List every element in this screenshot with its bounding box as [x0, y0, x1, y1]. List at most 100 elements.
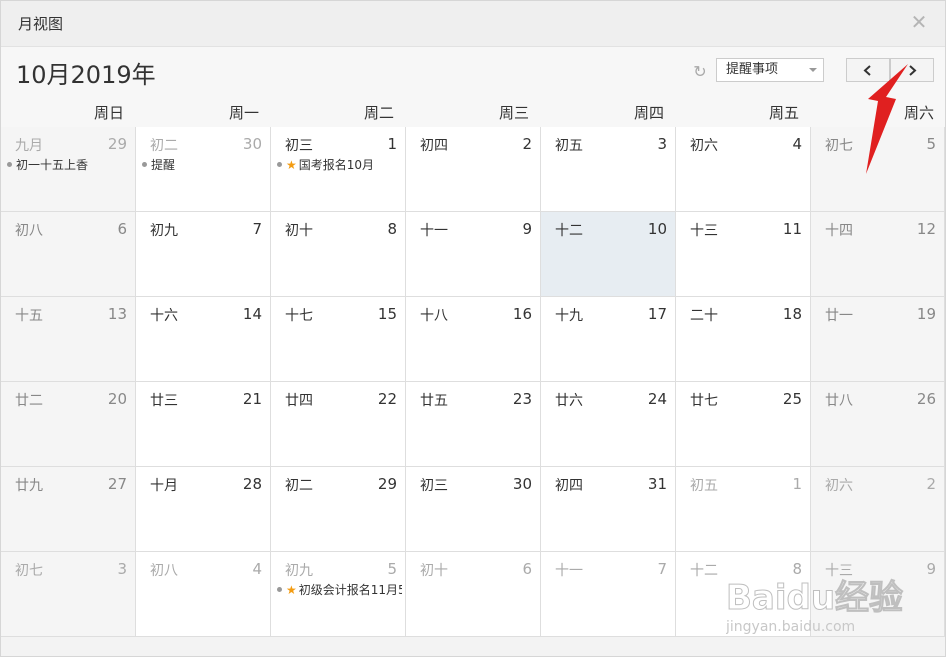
day-number: 9 — [926, 560, 936, 578]
lunar-date: 十一 — [555, 563, 583, 579]
calendar-day[interactable]: 十九 17 — [541, 297, 676, 382]
lunar-date: 初六 — [690, 138, 718, 154]
event-dot-icon — [277, 162, 282, 167]
lunar-date: 十三 — [690, 223, 718, 239]
calendar-day[interactable]: 初十 8 — [271, 212, 406, 297]
calendar-day[interactable]: 初七 3 — [1, 552, 136, 637]
calendar-day[interactable]: 廿三 21 — [136, 382, 271, 467]
calendar-day[interactable]: 初四 2 — [406, 127, 541, 212]
day-number: 18 — [782, 305, 802, 323]
calendar-day[interactable]: 初二 29 — [271, 467, 406, 552]
next-month-button[interactable] — [890, 58, 934, 82]
calendar-day[interactable]: 十一 9 — [406, 212, 541, 297]
event-type-select[interactable]: 提醒事项 — [716, 58, 824, 82]
day-number: 12 — [916, 220, 936, 238]
refresh-icon[interactable]: ↻ — [690, 62, 710, 82]
calendar-day[interactable]: 十七 15 — [271, 297, 406, 382]
day-number: 10 — [647, 220, 667, 238]
calendar-day[interactable]: 廿二 20 — [1, 382, 136, 467]
calendar-day[interactable]: 初二 30 提醒 — [136, 127, 271, 212]
calendar-day[interactable]: 廿六 24 — [541, 382, 676, 467]
prev-month-button[interactable] — [846, 58, 890, 82]
calendar-day[interactable]: 十四 12 — [811, 212, 945, 297]
calendar-day[interactable]: 九月 29 初一十五上香 — [1, 127, 136, 212]
day-number: 7 — [252, 220, 262, 238]
calendar-day[interactable]: 廿一 19 — [811, 297, 945, 382]
lunar-date: 廿五 — [420, 393, 448, 409]
day-number: 29 — [107, 135, 127, 153]
calendar-day[interactable]: 初四 31 — [541, 467, 676, 552]
calendar-day[interactable]: 廿七 25 — [676, 382, 811, 467]
day-number: 27 — [107, 475, 127, 493]
calendar-day[interactable]: 初五 3 — [541, 127, 676, 212]
calendar-day[interactable]: 十八 16 — [406, 297, 541, 382]
day-number: 22 — [377, 390, 397, 408]
day-number: 21 — [242, 390, 262, 408]
weekday-header: 周日 周一 周二 周三 周四 周五 周六 — [1, 97, 945, 127]
calendar-event[interactable]: ★ 初级会计报名11月5 — [277, 582, 402, 598]
calendar-day[interactable]: 十三 11 — [676, 212, 811, 297]
calendar-event[interactable]: 提醒 — [142, 157, 175, 173]
day-number: 26 — [916, 390, 936, 408]
calendar-day[interactable]: 廿八 26 — [811, 382, 945, 467]
lunar-date: 初四 — [555, 478, 583, 494]
lunar-date: 十八 — [420, 308, 448, 324]
calendar-day[interactable]: 十三 9 — [811, 552, 945, 637]
calendar-day[interactable]: 十五 13 — [1, 297, 136, 382]
day-number: 20 — [107, 390, 127, 408]
calendar-day[interactable]: 初六 2 — [811, 467, 945, 552]
lunar-date: 十月 — [150, 478, 178, 494]
calendar-day[interactable]: 初八 4 — [136, 552, 271, 637]
lunar-date: 十九 — [555, 308, 583, 324]
lunar-date: 初七 — [15, 563, 43, 579]
calendar-day[interactable]: 十一 7 — [541, 552, 676, 637]
calendar-day[interactable]: 十六 14 — [136, 297, 271, 382]
calendar-day[interactable]: 初三 30 — [406, 467, 541, 552]
calendar-day[interactable]: 十二 8 — [676, 552, 811, 637]
calendar-day[interactable]: 初七 5 — [811, 127, 945, 212]
lunar-date: 初八 — [15, 223, 43, 239]
calendar-day[interactable]: 初十 6 — [406, 552, 541, 637]
calendar-day[interactable]: 廿九 27 — [1, 467, 136, 552]
lunar-date: 初二 — [150, 138, 178, 154]
lunar-date: 十五 — [15, 308, 43, 324]
weekday-label: 周四 — [633, 104, 664, 122]
chevron-right-icon — [909, 65, 917, 76]
day-number: 16 — [512, 305, 532, 323]
weekday-label: 周二 — [363, 104, 394, 122]
calendar-day[interactable]: 初六 4 — [676, 127, 811, 212]
calendar-event[interactable]: 初一十五上香 — [7, 157, 88, 173]
event-dot-icon — [277, 587, 282, 592]
calendar-day[interactable]: 初五 1 — [676, 467, 811, 552]
weekday-label: 周六 — [903, 104, 934, 122]
lunar-date: 初七 — [825, 138, 853, 154]
window-title: 月视图 — [18, 15, 64, 33]
lunar-date: 廿九 — [15, 478, 43, 494]
lunar-date: 十一 — [420, 223, 448, 239]
day-number: 14 — [242, 305, 262, 323]
lunar-date: 初九 — [150, 223, 178, 239]
day-number: 23 — [512, 390, 532, 408]
chevron-left-icon — [863, 65, 871, 76]
event-type-select-value: 提醒事项 — [726, 62, 779, 77]
calendar-day[interactable]: 二十 18 — [676, 297, 811, 382]
day-number: 28 — [242, 475, 262, 493]
calendar-day[interactable]: 初八 6 — [1, 212, 136, 297]
day-number: 8 — [387, 220, 397, 238]
lunar-date: 初五 — [555, 138, 583, 154]
calendar-day[interactable]: 廿四 22 — [271, 382, 406, 467]
calendar-event[interactable]: ★ 国考报名10月 — [277, 157, 374, 173]
close-icon[interactable]: ✕ — [907, 10, 931, 34]
calendar-day-today[interactable]: 十二 10 — [541, 212, 676, 297]
day-number: 30 — [242, 135, 262, 153]
calendar-day[interactable]: 初九 7 — [136, 212, 271, 297]
lunar-date: 十三 — [825, 563, 853, 579]
lunar-date: 十二 — [690, 563, 718, 579]
calendar-day[interactable]: 十月 28 — [136, 467, 271, 552]
day-number: 5 — [926, 135, 936, 153]
calendar-day[interactable]: 廿五 23 — [406, 382, 541, 467]
calendar-day[interactable]: 初九 5 ★ 初级会计报名11月5 — [271, 552, 406, 637]
event-dot-icon — [142, 162, 147, 167]
lunar-date: 十二 — [555, 223, 583, 239]
calendar-day[interactable]: 初三 1 ★ 国考报名10月 — [271, 127, 406, 212]
